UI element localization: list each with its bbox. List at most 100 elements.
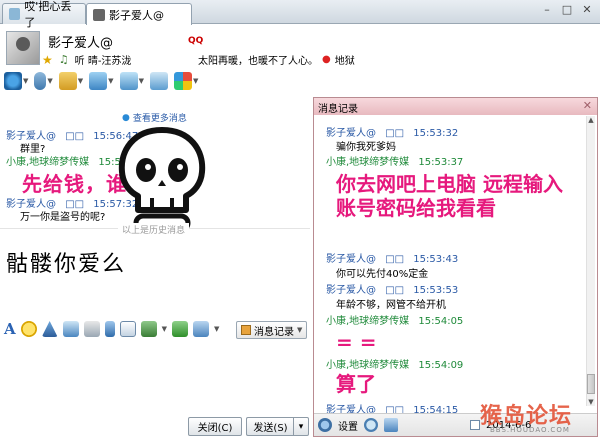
message-time: 15:53:32 [413, 128, 459, 139]
tab-label: 影子爱人@ [109, 8, 164, 22]
sender-ids: □□ [65, 131, 85, 142]
message-time: 15:53:53 [413, 285, 459, 296]
message-input-area[interactable] [2, 342, 312, 412]
voice-call-button[interactable]: ▼ [34, 72, 53, 90]
message-time: 15:53:43 [413, 254, 459, 265]
monitor-icon [119, 72, 138, 90]
forum-watermark-url: BBS.HOUDAO.COM [490, 426, 570, 434]
close-panel-button[interactable]: ✕ [583, 99, 592, 112]
signature-text: 太阳再暖，也暖不了人心。 [198, 56, 318, 67]
location-pin-icon: ● [322, 54, 331, 65]
scroll-up-icon[interactable]: ▲ [587, 116, 595, 124]
font-icon[interactable]: A [4, 320, 16, 338]
notepad-icon[interactable] [119, 321, 136, 337]
voice-message-icon[interactable] [104, 321, 115, 337]
search-icon[interactable] [364, 418, 378, 432]
history-entry-header: 影子爱人@ □□ 15:53:43 [326, 250, 458, 265]
gear-icon[interactable] [318, 418, 332, 432]
history-entry-body: 你可以先付40%定金 [336, 269, 429, 280]
remote-desktop-icon [89, 72, 108, 90]
chevron-down-icon: ▼ [23, 77, 29, 85]
screen-icon [149, 72, 168, 90]
history-entry-header: 小康,地球缔梦传媒 15:53:37 [326, 153, 463, 168]
history-divider-label: 以上是历史消息 [118, 223, 190, 236]
location-text: 地狱 [334, 56, 355, 67]
chevron-down-icon: ▼ [192, 77, 199, 85]
history-entry-body: = = [336, 330, 377, 354]
remote-assist-button[interactable]: ▼ [89, 72, 114, 90]
scroll-down-icon[interactable]: ▼ [587, 398, 595, 406]
info-icon: ● [122, 112, 130, 123]
status-row: ★ ♫ 听 晴-汪苏泷 [42, 52, 132, 68]
send-options-button[interactable]: ▾ [293, 417, 309, 436]
view-more-label: 查看更多消息 [132, 114, 187, 124]
sender-ids: □□ [385, 254, 405, 265]
apps-grid-icon [173, 72, 192, 90]
history-entry-header: 小康,地球缔梦传媒 15:54:09 [326, 356, 463, 371]
calendar-icon[interactable] [470, 420, 480, 430]
chevron-down-icon: ▼ [77, 77, 84, 85]
scissors-icon[interactable] [83, 321, 100, 337]
message-time: 15:54:09 [418, 360, 464, 371]
contact-avatar-icon [9, 8, 21, 20]
apps-button[interactable]: ▼ [173, 72, 199, 90]
listening-text[interactable]: 听 晴-汪苏泷 [75, 52, 132, 67]
history-entry-body: 你去网吧上电脑 远程输入账号密码给我看看 [336, 172, 563, 220]
history-entry-header: 小康,地球缔梦传媒 15:54:05 [326, 312, 463, 327]
tab-conversation-1[interactable]: 哎'把心丢了 [2, 0, 86, 29]
settings-label[interactable]: 设置 [338, 418, 358, 433]
record-icon [241, 325, 251, 335]
nudge-icon[interactable] [41, 321, 58, 337]
file-transfer-button[interactable]: ▼ [58, 72, 84, 90]
display-button[interactable] [149, 72, 168, 90]
send-button[interactable]: 发送(S) [246, 417, 294, 436]
sender-name[interactable]: 影子爱人@ [326, 254, 376, 265]
sender-name[interactable]: 小康,地球缔梦传媒 [6, 157, 89, 168]
skull-sticker-icon [118, 127, 206, 233]
magic-expression-icon[interactable] [62, 321, 79, 337]
message-record-label: 消息记录 [254, 326, 294, 338]
tab-conversation-2[interactable]: 影子爱人@ [86, 3, 192, 25]
view-more-messages-link[interactable]: ● 查看更多消息 [122, 111, 187, 125]
history-entry-header: 影子爱人@ □□ 15:53:53 [326, 281, 458, 296]
image-icon[interactable] [140, 321, 157, 337]
sender-name[interactable]: 小康,地球缔梦传媒 [326, 316, 409, 327]
screen-share-button[interactable]: ▼ [119, 72, 144, 90]
close-button[interactable]: 关闭(C) [188, 417, 242, 436]
sender-name[interactable]: 影子爱人@ [326, 285, 376, 296]
history-entry-body: 骗你我死爹妈 [336, 142, 396, 153]
chevron-down-icon: ▼ [138, 77, 144, 85]
sender-name[interactable]: 小康,地球缔梦传媒 [326, 360, 409, 371]
panel-title-bar: 消息记录 ✕ [314, 98, 597, 115]
history-entry-body: 算了 [336, 372, 376, 396]
headphones-icon: ♫ [58, 53, 69, 66]
tab-label: 哎'把心丢了 [24, 0, 72, 29]
folder-icon [58, 72, 77, 90]
video-call-button[interactable]: ▼ [4, 72, 28, 90]
chevron-down-icon[interactable]: ▼ [214, 325, 219, 333]
chat-toolbar: ▼ ▼ ▼ ▼ ▼ ▼ [4, 72, 198, 90]
star-icon[interactable]: ★ [42, 53, 53, 67]
qq-badge: QQ [188, 36, 204, 46]
speaker-icon[interactable] [384, 418, 398, 432]
contact-nickname[interactable]: 影子爱人@ [48, 32, 113, 51]
chevron-down-icon[interactable]: ▼ [162, 325, 167, 333]
history-scrollbar[interactable]: ▲ ▼ [586, 116, 595, 406]
gift-icon[interactable] [172, 321, 189, 337]
scroll-thumb[interactable] [587, 374, 595, 394]
minimize-button[interactable]: – [538, 2, 556, 18]
sender-name[interactable]: 小康,地球缔梦传媒 [326, 157, 409, 168]
chevron-down-icon: ▼ [108, 77, 114, 85]
maximize-button[interactable]: □ [558, 2, 576, 18]
message-time: 15:54:05 [418, 316, 464, 327]
contact-avatar[interactable] [6, 31, 40, 65]
close-window-button[interactable]: ✕ [578, 2, 596, 18]
more-tools-icon[interactable] [193, 321, 210, 337]
message-record-button[interactable]: 消息记录 ▼ [236, 321, 308, 339]
emoji-icon[interactable] [20, 321, 37, 337]
history-entry-body: 年龄不够，网管不给开机 [336, 300, 446, 311]
window-controls: – □ ✕ [538, 2, 596, 18]
microphone-icon [34, 72, 47, 90]
webcam-icon [4, 72, 22, 90]
contact-avatar-icon [93, 8, 105, 21]
